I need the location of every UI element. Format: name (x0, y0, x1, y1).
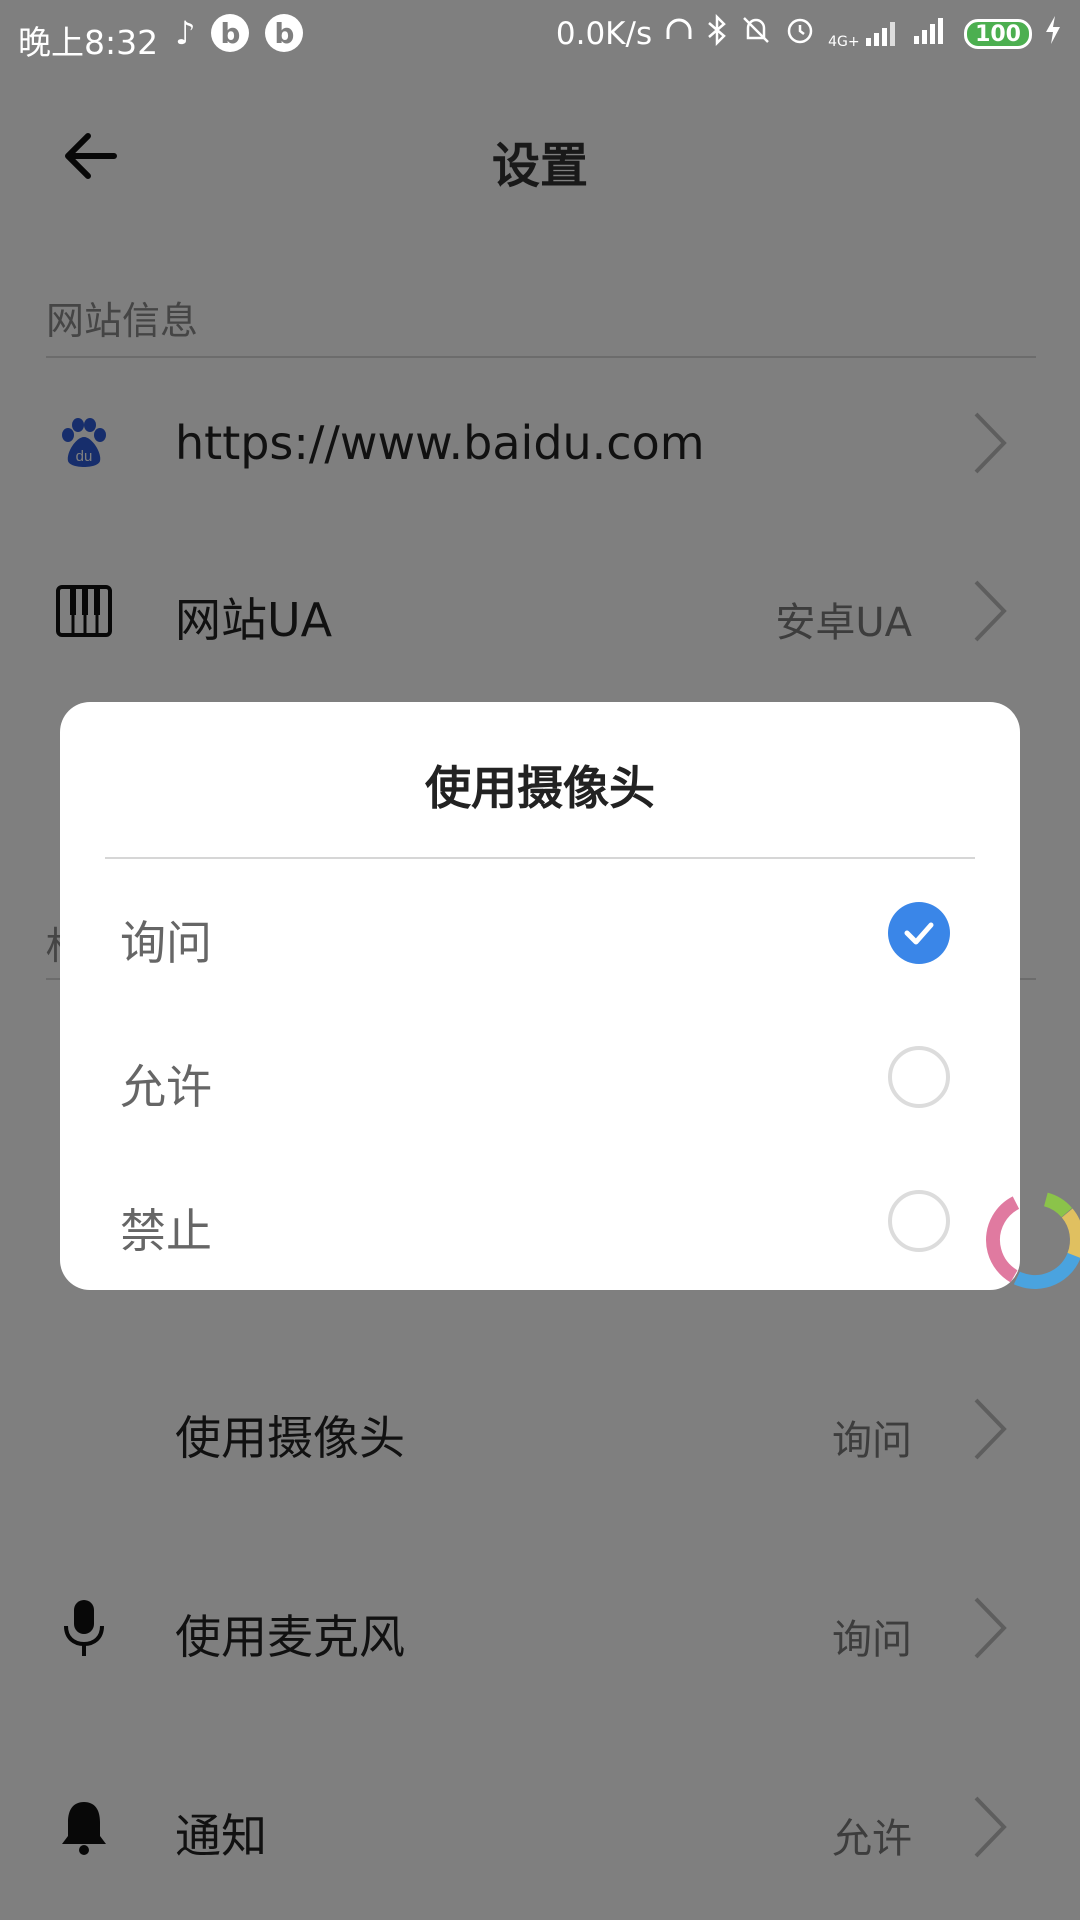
option-allow[interactable]: 允许 (60, 1006, 1020, 1150)
status-time: 晚上8:32 (18, 23, 159, 62)
network-speed: 0.0K/s (555, 16, 653, 52)
radio-checked[interactable] (888, 902, 950, 964)
option-ask[interactable]: 询问 (60, 862, 1020, 1006)
checkmark-icon (904, 922, 934, 945)
floating-assistant-icon[interactable] (975, 1180, 1080, 1300)
signal-4g-icon: 4G+ (828, 20, 900, 49)
battery-indicator: 100 (964, 19, 1032, 49)
option-label: 允许 (120, 1060, 212, 1114)
app-notification-icon: b (211, 14, 250, 52)
app-notification-icon: b (265, 14, 304, 52)
alarm-icon (784, 14, 816, 54)
music-note-icon: ♪ (175, 14, 196, 52)
charging-icon (1044, 15, 1062, 53)
signal-icon (912, 16, 952, 52)
radio-unchecked[interactable] (888, 1046, 950, 1108)
dialog-divider (105, 857, 975, 859)
mute-icon (740, 14, 772, 54)
status-bar: 晚上8:32 ♪ b b 0.0K/s 4G+ 100 (0, 0, 1080, 74)
dialog-title: 使用摄像头 (425, 761, 655, 815)
option-deny[interactable]: 禁止 (60, 1150, 1020, 1294)
bluetooth-icon (706, 13, 728, 54)
headphones-icon (664, 15, 694, 53)
option-label: 询问 (120, 916, 212, 970)
permission-dialog: 使用摄像头 询问 允许 禁止 (60, 702, 1020, 1290)
radio-unchecked[interactable] (888, 1190, 950, 1252)
option-label: 禁止 (120, 1204, 212, 1258)
